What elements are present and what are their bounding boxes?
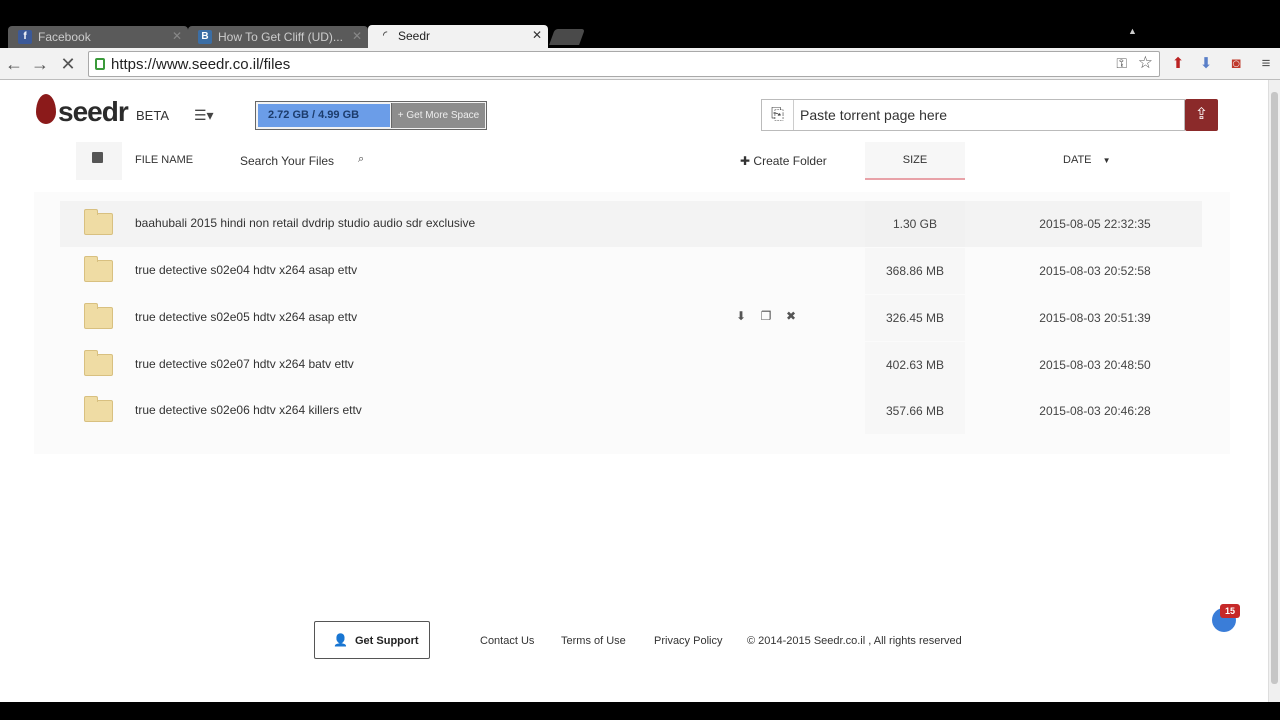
file-size: 357.66 MB xyxy=(865,388,965,434)
search-icon[interactable]: ⌕ xyxy=(358,153,364,166)
logo-wordmark: seedr xyxy=(58,96,129,127)
page-scrollbar[interactable] xyxy=(1268,80,1280,702)
download-icon[interactable]: ⬇ xyxy=(734,309,748,325)
facebook-icon: f xyxy=(18,30,32,44)
size-column[interactable]: SIZE xyxy=(865,142,965,180)
tab-title: Facebook xyxy=(38,30,91,44)
browser-tab-article[interactable]: B How To Get Cliff (UD)... ✕ xyxy=(188,26,368,48)
notification-badge: 15 xyxy=(1220,604,1240,618)
create-folder-label: Create Folder xyxy=(753,154,827,168)
tab-title: How To Get Cliff (UD)... xyxy=(218,30,343,44)
file-date: 2015-08-03 20:52:58 xyxy=(1039,264,1151,278)
close-icon[interactable]: ✕ xyxy=(352,29,362,43)
get-more-space-button[interactable]: + Get More Space xyxy=(391,103,485,128)
folder-icon xyxy=(84,350,113,376)
checkbox-icon xyxy=(92,152,103,163)
file-row[interactable]: true detective s02e07 hdtv x264 batv ett… xyxy=(60,342,1202,388)
folder-icon xyxy=(84,256,113,282)
browser-tab-strip: f Facebook ✕ B How To Get Cliff (UD)... … xyxy=(0,0,1280,48)
file-row[interactable]: true detective s02e06 hdtv x264 killers … xyxy=(60,388,1202,434)
plus-icon: ✚ xyxy=(740,154,751,168)
browser-tab-seedr[interactable]: ◜ Seedr ✕ xyxy=(368,25,548,48)
upload-icon: ⇪ xyxy=(1194,106,1209,123)
get-support-button[interactable]: 👤 Get Support xyxy=(314,621,430,659)
storage-text: 2.72 GB / 4.99 GB xyxy=(268,109,360,121)
chrome-menu-icon[interactable]: ≡ xyxy=(1256,54,1276,74)
file-name[interactable]: baahubali 2015 hindi non retail dvdrip s… xyxy=(135,216,475,230)
url-text: https://www.seedr.co.il/files xyxy=(111,56,291,73)
terms-of-use-link[interactable]: Terms of Use xyxy=(561,635,626,647)
back-icon[interactable]: ← xyxy=(4,54,24,74)
file-name[interactable]: true detective s02e06 hdtv x264 killers … xyxy=(135,403,362,417)
file-date: 2015-08-03 20:51:39 xyxy=(1039,311,1151,325)
file-row[interactable]: true detective s02e05 hdtv x264 asap ett… xyxy=(60,295,1202,341)
menu-dropdown-icon[interactable]: ☰▾ xyxy=(194,107,214,124)
file-name-column[interactable]: FILE NAME xyxy=(135,154,193,166)
file-list-header: FILE NAME ⌕ ✚ Create Folder SIZE DATE ▼ xyxy=(76,142,1226,180)
download-extension-icon[interactable]: ⬇ xyxy=(1196,54,1216,74)
seedr-page: seedr BETA ☰▾ 2.72 GB / 4.99 GB + Get Mo… xyxy=(0,80,1268,702)
screen-bottom-edge xyxy=(0,702,1280,720)
profile-icon[interactable]: ▲ xyxy=(1128,26,1137,36)
file-size: 1.30 GB xyxy=(865,201,965,247)
file-name[interactable]: true detective s02e04 hdtv x264 asap ett… xyxy=(135,263,357,277)
extension-up-icon[interactable]: ⬆ xyxy=(1168,54,1188,74)
copy-icon[interactable]: ❐ xyxy=(759,309,773,325)
file-size: 402.63 MB xyxy=(865,342,965,388)
blogger-icon: B xyxy=(198,30,212,44)
file-size: 326.45 MB xyxy=(865,295,965,341)
file-search: ⌕ xyxy=(240,152,370,170)
user-icon: 👤 xyxy=(333,633,348,647)
privacy-policy-link[interactable]: Privacy Policy xyxy=(654,635,722,647)
date-column[interactable]: DATE ▼ xyxy=(1063,154,1111,166)
scrollbar-thumb[interactable] xyxy=(1271,92,1278,684)
create-folder-button[interactable]: ✚ Create Folder xyxy=(740,154,827,168)
folder-icon xyxy=(84,396,113,422)
browser-toolbar: ← → ✕ https://www.seedr.co.il/files ⚿ ☆ … xyxy=(0,48,1280,80)
search-files-input[interactable] xyxy=(240,154,350,168)
bookmark-star-icon[interactable]: ☆ xyxy=(1138,53,1153,73)
torrent-input-box: ⎘ xyxy=(761,99,1185,131)
upload-torrent-button[interactable]: ⇪ xyxy=(1185,99,1218,131)
file-date: 2015-08-03 20:46:28 xyxy=(1039,404,1151,418)
get-support-label: Get Support xyxy=(355,635,419,647)
lock-icon xyxy=(95,58,105,70)
file-date: 2015-08-03 20:48:50 xyxy=(1039,358,1151,372)
paste-icon[interactable]: ⎘ xyxy=(762,100,794,130)
folder-icon xyxy=(84,209,113,235)
date-column-label: DATE xyxy=(1063,154,1092,166)
seed-icon xyxy=(36,94,56,124)
copyright-text: © 2014-2015 Seedr.co.il , All rights res… xyxy=(747,635,962,647)
new-tab-button[interactable] xyxy=(549,29,585,45)
forward-icon[interactable]: → xyxy=(30,54,50,74)
file-size: 368.86 MB xyxy=(865,248,965,294)
select-all-checkbox[interactable] xyxy=(76,142,122,180)
folder-icon xyxy=(84,303,113,329)
file-row[interactable]: true detective s02e04 hdtv x264 asap ett… xyxy=(60,248,1202,294)
close-icon[interactable]: ✕ xyxy=(172,29,182,43)
beta-label: BETA xyxy=(136,108,169,123)
file-row[interactable]: baahubali 2015 hindi non retail dvdrip s… xyxy=(60,201,1202,247)
sort-down-icon: ▼ xyxy=(1102,156,1111,165)
torrent-url-input[interactable] xyxy=(800,104,1170,126)
stop-loading-icon[interactable]: ✕ xyxy=(58,54,78,74)
tab-title: Seedr xyxy=(398,29,431,43)
address-bar[interactable]: https://www.seedr.co.il/files ⚿ ☆ xyxy=(88,51,1160,77)
file-name[interactable]: true detective s02e05 hdtv x264 asap ett… xyxy=(135,310,357,324)
contact-us-link[interactable]: Contact Us xyxy=(480,635,534,647)
file-name[interactable]: true detective s02e07 hdtv x264 batv ett… xyxy=(135,357,354,371)
storage-meter: 2.72 GB / 4.99 GB + Get More Space xyxy=(255,101,487,130)
browser-tab-facebook[interactable]: f Facebook ✕ xyxy=(8,26,188,48)
loading-spinner-icon: ◜ xyxy=(383,30,387,41)
pdf-extension-icon[interactable]: ◙ xyxy=(1226,54,1246,74)
file-date: 2015-08-05 22:32:35 xyxy=(1039,217,1151,231)
file-list: baahubali 2015 hindi non retail dvdrip s… xyxy=(34,192,1230,454)
key-icon[interactable]: ⚿ xyxy=(1116,55,1127,72)
delete-icon[interactable]: ✖ xyxy=(784,309,798,325)
close-icon[interactable]: ✕ xyxy=(532,28,542,42)
